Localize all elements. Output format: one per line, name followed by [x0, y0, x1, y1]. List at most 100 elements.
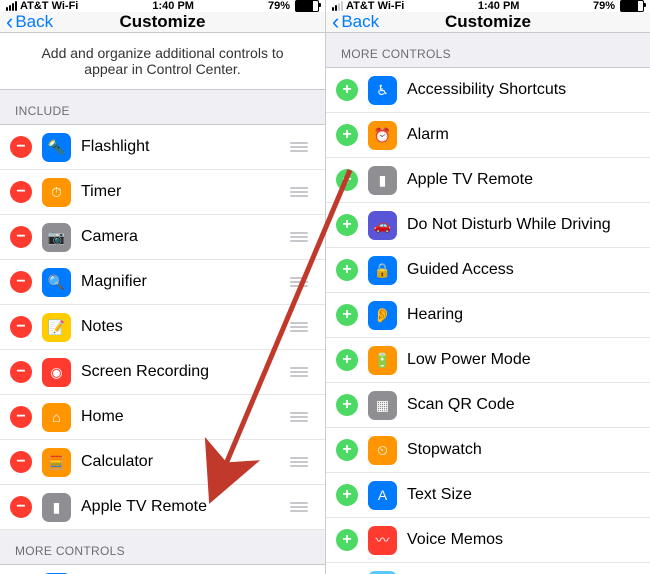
list-row[interactable]: −🔍 Magnifier — [0, 260, 325, 305]
timer-icon: ⏱ — [42, 178, 71, 207]
back-label: Back — [15, 12, 53, 32]
list-row[interactable]: +💳Wallet — [326, 563, 650, 574]
add-button[interactable]: + — [336, 349, 358, 371]
clock-label: 1:40 PM — [152, 0, 194, 12]
drag-handle-icon[interactable] — [288, 502, 310, 512]
qr-icon: ▦ — [368, 391, 397, 420]
row-label: Camera — [81, 228, 278, 246]
add-button[interactable]: + — [336, 439, 358, 461]
list-row[interactable]: + 🔋 Low Power Mode — [326, 338, 650, 383]
section-header-more: MORE CONTROLS — [326, 33, 650, 68]
list-row[interactable]: −📝 Notes — [0, 305, 325, 350]
magnifier-icon: 🔍 — [42, 268, 71, 297]
battery-label: 79% — [268, 0, 290, 12]
clock-label: 1:40 PM — [478, 0, 520, 12]
nav-bar: ‹ Back Customize — [0, 12, 325, 33]
remove-button[interactable]: − — [10, 136, 32, 158]
record-icon: ◉ — [42, 358, 71, 387]
chevron-left-icon: ‹ — [6, 11, 13, 33]
row-label: Text Size — [407, 486, 635, 504]
list-row[interactable]: +♿︎Accessibility Shortcuts — [0, 565, 325, 574]
list-row[interactable]: −🔦Flashlight — [0, 125, 325, 170]
back-button[interactable]: ‹ Back — [6, 11, 53, 33]
row-label: Notes — [81, 318, 278, 336]
battery-icon — [620, 0, 644, 12]
row-label: Magnifier — [81, 273, 278, 291]
add-button[interactable]: + — [336, 394, 358, 416]
row-label: Screen Recording — [81, 363, 278, 381]
section-header-include: INCLUDE — [0, 90, 325, 125]
access-icon: ♿︎ — [368, 76, 397, 105]
add-button[interactable]: + — [336, 259, 358, 281]
remove-button[interactable]: − — [10, 406, 32, 428]
row-label: Calculator — [81, 453, 278, 471]
remove-button[interactable]: − — [10, 226, 32, 248]
section-header-more: MORE CONTROLS — [0, 530, 325, 565]
home-icon: ⌂ — [42, 403, 71, 432]
drag-handle-icon[interactable] — [288, 277, 310, 287]
chevron-left-icon: ‹ — [332, 11, 339, 33]
camera-icon: 📷 — [42, 223, 71, 252]
page-description: Add and organize additional controls to … — [0, 33, 325, 90]
drag-handle-icon[interactable] — [288, 457, 310, 467]
row-label: Home — [81, 408, 278, 426]
add-button[interactable]: + — [336, 304, 358, 326]
remove-button[interactable]: − — [10, 451, 32, 473]
drag-handle-icon[interactable] — [288, 322, 310, 332]
remove-button[interactable]: − — [10, 271, 32, 293]
battery-icon — [295, 0, 319, 12]
row-label: Low Power Mode — [407, 351, 635, 369]
ear-icon: 👂 — [368, 301, 397, 330]
row-label: Do Not Disturb While Driving — [407, 216, 635, 234]
include-list: −🔦Flashlight−⏱Timer−📷Camera−🔍Magnifier−📝… — [0, 125, 325, 530]
list-row[interactable]: −⏱Timer — [0, 170, 325, 215]
list-row[interactable]: +🚗Do Not Disturb While Driving — [326, 203, 650, 248]
list-row[interactable]: +▦Scan QR Code — [326, 383, 650, 428]
back-button[interactable]: ‹ Back — [332, 11, 379, 33]
list-row[interactable]: −📷 Camera — [0, 215, 325, 260]
add-button[interactable]: + — [336, 124, 358, 146]
drag-handle-icon[interactable] — [288, 367, 310, 377]
remove-button[interactable]: − — [10, 496, 32, 518]
list-row[interactable]: +〰Voice Memos — [326, 518, 650, 563]
drag-handle-icon[interactable] — [288, 187, 310, 197]
add-button[interactable]: + — [336, 169, 358, 191]
remove-button[interactable]: − — [10, 181, 32, 203]
stopwatch-icon: ⏲ — [368, 436, 397, 465]
screen-right: AT&T Wi-Fi 1:40 PM 79% ‹ Back Customize … — [325, 0, 650, 574]
list-row[interactable]: +▮Apple TV Remote — [326, 158, 650, 203]
battery-icon: 🔋 — [368, 346, 397, 375]
list-row[interactable]: +⏲Stopwatch — [326, 428, 650, 473]
remote-icon: ▮ — [368, 166, 397, 195]
alarm-icon: ⏰ — [368, 121, 397, 150]
list-row[interactable]: −🧮 Calculator — [0, 440, 325, 485]
list-row[interactable]: +AText Size — [326, 473, 650, 518]
add-button[interactable]: + — [336, 79, 358, 101]
drag-handle-icon[interactable] — [288, 142, 310, 152]
screen-left: AT&T Wi-Fi 1:40 PM 79% ‹ Back Customize … — [0, 0, 325, 574]
row-label: Voice Memos — [407, 531, 635, 549]
drag-handle-icon[interactable] — [288, 232, 310, 242]
row-label: Guided Access — [407, 261, 635, 279]
list-row[interactable]: −⌂ Home — [0, 395, 325, 440]
calc-icon: 🧮 — [42, 448, 71, 477]
row-label: Hearing — [407, 306, 635, 324]
list-row[interactable]: +🔒Guided Access — [326, 248, 650, 293]
flashlight-icon: 🔦 — [42, 133, 71, 162]
notes-icon: 📝 — [42, 313, 71, 342]
add-button[interactable]: + — [336, 529, 358, 551]
drag-handle-icon[interactable] — [288, 412, 310, 422]
list-row[interactable]: +⏰Alarm — [326, 113, 650, 158]
nav-bar: ‹ Back Customize — [326, 12, 650, 33]
add-button[interactable]: + — [336, 214, 358, 236]
remove-button[interactable]: − — [10, 361, 32, 383]
add-button[interactable]: + — [336, 484, 358, 506]
list-row[interactable]: + ♿︎ Accessibility Shortcuts — [326, 68, 650, 113]
list-row[interactable]: −▮Apple TV Remote — [0, 485, 325, 530]
list-row[interactable]: −◉ Screen Recording — [0, 350, 325, 395]
remove-button[interactable]: − — [10, 316, 32, 338]
list-row[interactable]: + 👂 Hearing — [326, 293, 650, 338]
more-list-right: +♿︎Accessibility Shortcuts+⏰Alarm+▮Apple… — [326, 68, 650, 574]
row-label: Accessibility Shortcuts — [407, 81, 635, 99]
row-label: Apple TV Remote — [81, 498, 278, 516]
